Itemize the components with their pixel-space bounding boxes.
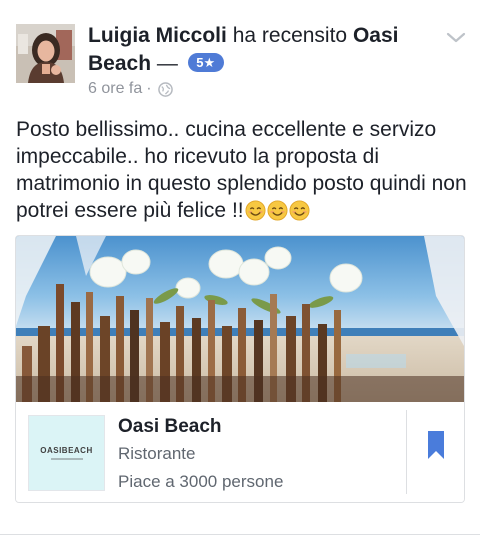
author-avatar[interactable] [16, 24, 75, 83]
post-text: Posto bellissimo.. cucina eccellente e s… [16, 118, 467, 222]
page-likes-count: Piace a 3000 persone [118, 472, 284, 491]
page-attachment-card[interactable]: OASIBEACH Oasi Beach Ristorante Piace a … [15, 235, 465, 503]
dash-separator: — [156, 52, 178, 75]
page-category: Ristorante [118, 444, 196, 463]
post-divider [0, 534, 480, 535]
smiling-emoji-icon: 😊 [289, 200, 310, 221]
post-header: Luigia Miccoli ha recensito Oasi Beach —… [88, 22, 418, 78]
page-logo[interactable]: OASIBEACH [28, 415, 105, 491]
page-info[interactable]: OASIBEACH Oasi Beach Ristorante Piace a … [16, 402, 464, 502]
post-meta: 6 ore fa · [88, 80, 173, 98]
action-text: ha recensito [232, 24, 348, 47]
place-name-part2[interactable]: Beach [88, 52, 151, 75]
emoji-group: 😊😊😊 [244, 199, 310, 222]
chevron-down-icon[interactable] [444, 28, 468, 48]
review-post: Luigia Miccoli ha recensito Oasi Beach —… [0, 0, 480, 537]
place-name-part1[interactable]: Oasi [353, 24, 399, 47]
page-name[interactable]: Oasi Beach [118, 416, 222, 438]
smiling-emoji-icon: 😊 [267, 200, 288, 221]
post-body: Posto bellissimo.. cucina eccellente e s… [16, 116, 472, 224]
post-timestamp[interactable]: 6 ore fa [88, 80, 142, 98]
rating-badge: 5★ [187, 52, 224, 72]
cover-photo[interactable] [16, 236, 464, 402]
save-bookmark-button[interactable] [420, 424, 452, 470]
meta-separator: · [146, 80, 152, 97]
author-name[interactable]: Luigia Miccoli [88, 24, 227, 47]
card-divider [406, 410, 407, 494]
page-logo-underline [50, 458, 83, 460]
smiling-emoji-icon: 😊 [245, 200, 266, 221]
bookmark-icon [427, 430, 445, 465]
page-logo-text: OASIBEACH [40, 446, 93, 455]
globe-icon [157, 81, 173, 97]
